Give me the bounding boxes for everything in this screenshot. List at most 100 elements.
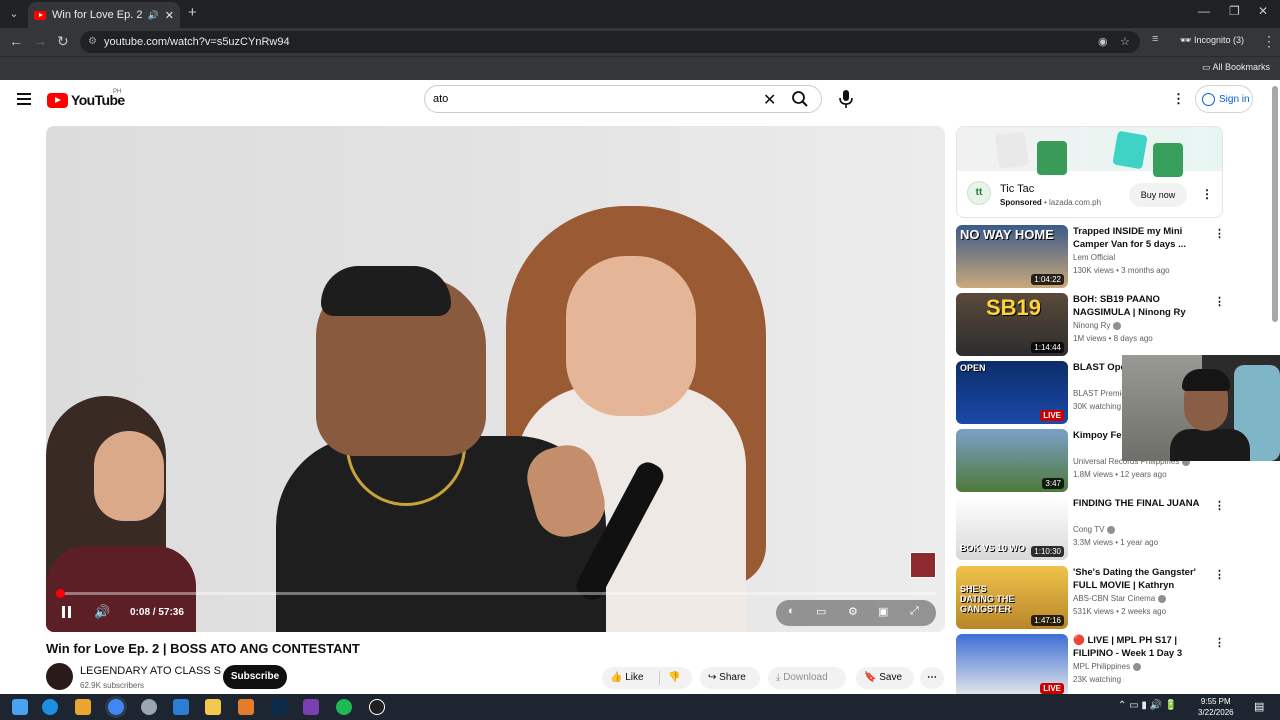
share-button[interactable]: ↪ Share [700,667,760,689]
volume-icon[interactable]: 🔊 [94,604,110,620]
channel-avatar[interactable] [46,663,73,690]
browser-toolbar: ← → ↻ ⚙ youtube.com/watch?v=s5uzCYnRw94 … [0,28,1280,56]
media-control-icon[interactable]: ≡ [1152,33,1158,45]
channel-name[interactable]: LEGENDARY ATO CLASS S [80,665,221,677]
verified-icon [1158,594,1167,603]
settings-more-icon[interactable]: ⋮ [1172,91,1185,107]
sublime-icon[interactable] [238,699,254,715]
reload-button[interactable]: ↻ [57,33,69,50]
recommended-video[interactable]: SB19 1:14:44 BOH: SB19 PAANO NAGSIMULA |… [956,293,1226,357]
video-meta: 1.8M views • 12 years ago [1073,470,1167,479]
video-menu-icon[interactable]: ⋮ [1214,636,1225,649]
video-thumbnail[interactable]: BOK VS 10 WO 1:10:30 [956,497,1068,560]
forward-button[interactable]: → [33,33,47,49]
system-tray[interactable]: ⌃ ▭ ▮ 🔊 🔋 [1118,700,1177,711]
app-icon[interactable] [141,699,157,715]
video-thumbnail[interactable]: 3:47 [956,429,1068,492]
theater-mode-icon[interactable]: ▣ [878,605,888,618]
eye-off-icon[interactable]: ◉ [1098,31,1108,53]
video-frame-shape [94,431,164,521]
verified-icon [1113,321,1122,330]
video-menu-icon[interactable]: ⋮ [1214,568,1225,581]
video-thumbnail[interactable]: OPEN LIVE [956,361,1068,424]
video-meta: 3.3M views • 1 year ago [1073,538,1159,547]
tab-audio-icon[interactable]: 🔊 [148,10,159,21]
pause-button[interactable] [62,606,74,619]
save-button[interactable]: 🔖 Save [856,667,914,689]
like-button[interactable]: 👍 Like [610,672,644,683]
clear-search-icon[interactable]: ✕ [763,90,776,110]
settings-gear-icon[interactable]: ⚙ [848,605,858,618]
chrome-icon[interactable] [108,699,124,715]
video-meta: 130K views • 3 months ago [1073,266,1170,275]
file-explorer-icon[interactable] [205,699,221,715]
autoplay-toggle-icon[interactable]: ◐ [788,605,795,617]
thumbnail-text: SB19 [986,295,1042,320]
site-info-icon[interactable]: ⚙ [88,31,97,53]
windows-start-icon[interactable] [12,699,28,715]
video-thumbnail[interactable]: LIVE [956,634,1068,697]
tab-close-icon[interactable]: ✕ [165,9,174,22]
ad-title: Tic Tac [1000,183,1035,195]
youtube-logo[interactable]: YouTube PH [47,89,125,108]
browser-menu-icon[interactable]: ⋮ [1262,33,1276,50]
subtitles-icon[interactable]: ▭ [816,605,826,618]
obs-icon[interactable] [369,699,385,715]
minimize-button[interactable]: — [1198,4,1210,18]
recommended-video[interactable]: SHE'S DATING THE GANGSTER 1:47:16 'She's… [956,566,1226,630]
ad-banner-image[interactable] [957,127,1222,177]
photoshop-icon[interactable] [271,699,287,715]
notification-icon[interactable]: ▤ [1254,700,1264,713]
app-icon[interactable] [75,699,91,715]
subscriber-count: 62.9K subscribers [80,681,145,690]
search-icon[interactable] [791,90,809,113]
ad-card[interactable]: tt Tic Tac Sponsored • lazada.com.ph Buy… [956,126,1223,218]
microphone-icon[interactable] [839,90,853,113]
subscribe-button[interactable]: Subscribe [223,665,287,689]
close-window-button[interactable]: ✕ [1258,4,1268,18]
download-button[interactable]: ⤓ Download [768,667,846,689]
progress-bar[interactable] [56,592,936,595]
tab-title: Win for Love Ep. 2 | BOSS A [52,9,142,21]
video-thumbnail[interactable]: NO WAY HOME 1:04:22 [956,225,1068,288]
incognito-indicator[interactable]: 🕶 Incognito (3) [1180,35,1244,46]
ad-more-icon[interactable]: ⋮ [1201,187,1213,201]
recommended-video[interactable]: BOK VS 10 WO 1:10:30 FINDING THE FINAL J… [956,497,1226,561]
app-icon[interactable] [303,699,319,715]
channel-label: MPL Philippines [1073,662,1131,671]
edge-icon[interactable] [42,699,58,715]
page-scrollbar[interactable] [1272,86,1278,322]
channel-watermark[interactable] [910,552,936,578]
recommended-video[interactable]: NO WAY HOME 1:04:22 Trapped INSIDE my Mi… [956,225,1226,289]
sign-in-button[interactable]: Sign in [1195,85,1253,113]
spotify-icon[interactable] [336,699,352,715]
vscode-icon[interactable] [173,699,189,715]
address-bar[interactable]: ⚙ youtube.com/watch?v=s5uzCYnRw94 ◉ ☆ [80,31,1140,53]
video-thumbnail[interactable]: SB19 1:14:44 [956,293,1068,356]
all-bookmarks-button[interactable]: ▭ All Bookmarks [1202,62,1270,73]
browser-tab-active[interactable]: Win for Love Ep. 2 | BOSS A 🔊 ✕ [28,2,180,28]
restore-button[interactable]: ❐ [1229,4,1240,18]
bookmark-star-icon[interactable]: ☆ [1120,31,1130,53]
buy-now-button[interactable]: Buy now [1129,183,1187,207]
dislike-button[interactable]: 👎 [668,667,680,689]
guide-menu-icon[interactable] [17,93,31,108]
video-menu-icon[interactable]: ⋮ [1214,295,1225,308]
fullscreen-icon[interactable]: ⤢ [910,605,919,618]
search-input[interactable] [433,90,733,108]
more-actions-icon[interactable]: ⋯ [920,667,944,689]
video-menu-icon[interactable]: ⋮ [1214,227,1225,240]
bookmarks-bar: ▭ All Bookmarks [0,56,1280,80]
video-player[interactable]: 🔊 0:08 / 57:36 ◐ ▭ ⚙ ▣ ⤢ [46,126,945,632]
video-title: Trapped INSIDE my Mini Camper Van for 5 … [1073,226,1186,250]
new-tab-button[interactable]: + [188,4,197,21]
duration-badge: 3:47 [1042,478,1064,489]
video-thumbnail[interactable]: SHE'S DATING THE GANGSTER 1:47:16 [956,566,1068,629]
video-meta: 531K views • 2 weeks ago [1073,607,1167,616]
clock[interactable]: 9:55 PM 3/22/2026 [1198,696,1234,718]
video-menu-icon[interactable]: ⋮ [1214,499,1225,512]
scrubber-handle[interactable] [56,589,66,598]
recommended-video[interactable]: LIVE 🔴 LIVE | MPL PH S17 | FILIPINO - We… [956,634,1226,698]
tab-search-icon[interactable]: ⌄ [4,4,24,24]
back-button[interactable]: ← [9,33,23,49]
